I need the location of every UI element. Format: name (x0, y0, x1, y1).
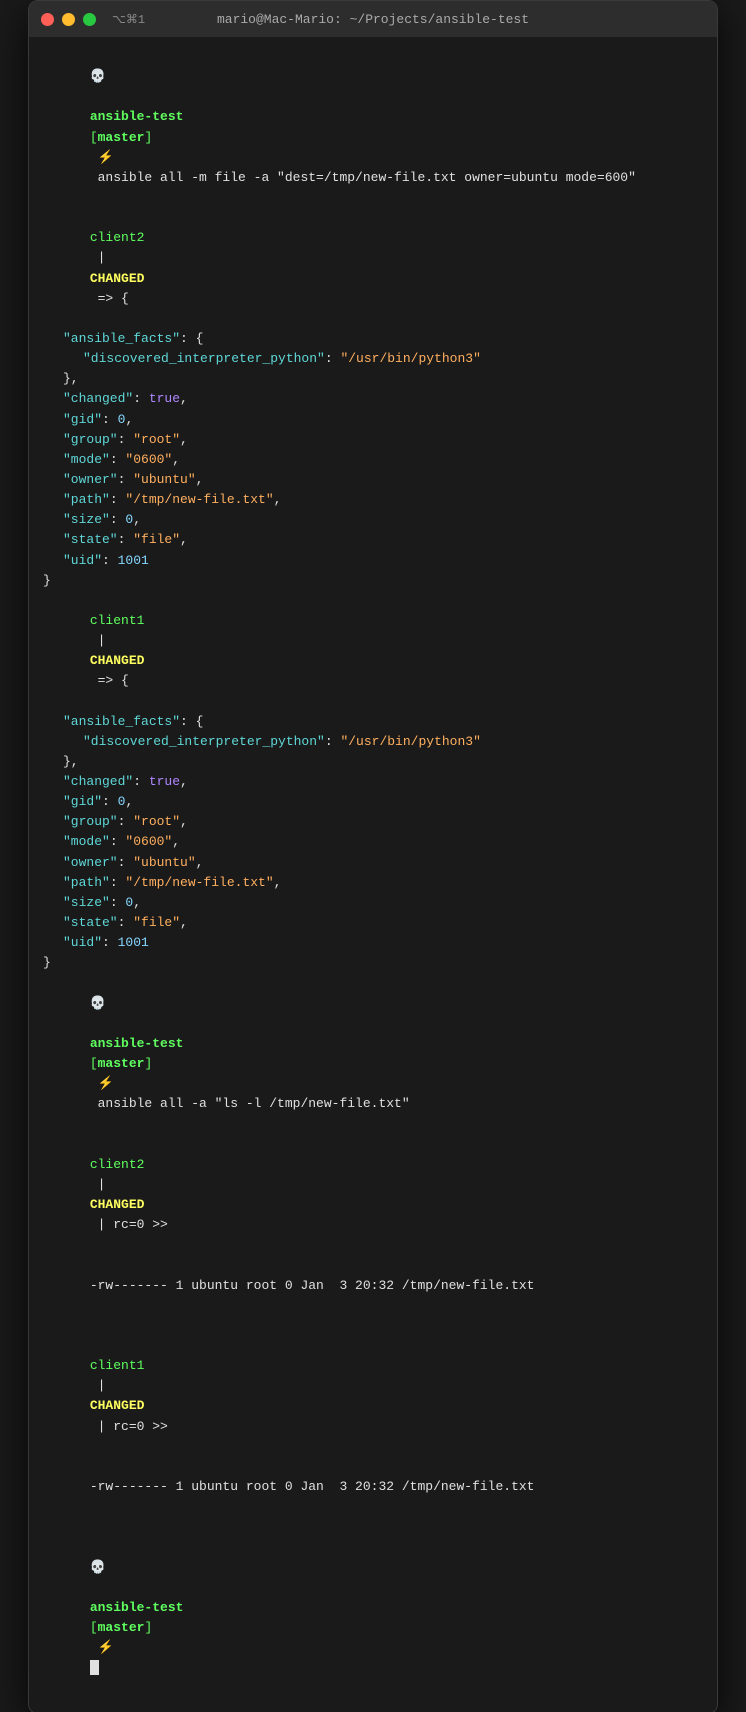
size-key-2: "size": 0, (43, 893, 703, 913)
prompt-bolt-2: ⚡ (90, 1076, 122, 1091)
group-key-1: "group": "root", (43, 430, 703, 450)
prompt-name-3: ansible-test (90, 1600, 191, 1615)
output-blank-1 (43, 1316, 703, 1336)
output-client1-header: client1 | CHANGED | rc=0 >> (43, 1336, 703, 1457)
terminal-window: ⌥⌘1 mario@Mac-Mario: ~/Projects/ansible-… (28, 0, 718, 1712)
gid-key-2: "gid": 0, (43, 792, 703, 812)
uid-key-2: "uid": 1001 (43, 933, 703, 953)
group-key-2: "group": "root", (43, 812, 703, 832)
changed-key-1: "changed": true, (43, 389, 703, 409)
prompt-bolt-3: ⚡ (90, 1640, 122, 1655)
titlebar: ⌥⌘1 mario@Mac-Mario: ~/Projects/ansible-… (29, 1, 717, 37)
prompt-name-2: ansible-test (90, 1036, 191, 1051)
close-button[interactable] (41, 13, 54, 26)
shortcut-label: ⌥⌘1 (112, 12, 145, 27)
output-blank-2 (43, 1517, 703, 1537)
skull-icon-3: 💀 (90, 1560, 106, 1575)
facts-close-1: }, (43, 369, 703, 389)
traffic-lights (41, 13, 96, 26)
command-text-1: ansible all -m file -a "dest=/tmp/new-fi… (90, 170, 636, 185)
minimize-button[interactable] (62, 13, 75, 26)
interpreter-line-2: "discovered_interpreter_python": "/usr/b… (43, 732, 703, 752)
changed-key-2: "changed": true, (43, 772, 703, 792)
path-key-2: "path": "/tmp/new-file.txt", (43, 873, 703, 893)
prompt-branch-3: master (98, 1620, 145, 1635)
ansible-facts-key-1: "ansible_facts": { (43, 329, 703, 349)
prompt-bracket-open-1: [ (90, 130, 98, 145)
command-text-2: ansible all -a "ls -l /tmp/new-file.txt" (90, 1096, 410, 1111)
prompt-bracket-close-1: ] (144, 130, 152, 145)
output-client1-file: -rw------- 1 ubuntu root 0 Jan 3 20:32 /… (43, 1457, 703, 1517)
prompt-line-2: 💀 ansible-test [master] ⚡ ansible all -a… (43, 973, 703, 1134)
mode-key-2: "mode": "0600", (43, 832, 703, 852)
state-key-2: "state": "file", (43, 913, 703, 933)
gid-key-1: "gid": 0, (43, 410, 703, 430)
skull-icon-2: 💀 (90, 996, 106, 1011)
prompt-space (90, 89, 98, 104)
output-client2-file: -rw------- 1 ubuntu root 0 Jan 3 20:32 /… (43, 1255, 703, 1315)
prompt-branch-2: master (98, 1056, 145, 1071)
block1-close: } (43, 571, 703, 591)
client1-status: CHANGED (90, 653, 145, 668)
mode-key-1: "mode": "0600", (43, 450, 703, 470)
prompt-branch-1: master (98, 130, 145, 145)
client2-header: client2 | CHANGED => { (43, 208, 703, 329)
output-client2-header: client2 | CHANGED | rc=0 >> (43, 1135, 703, 1256)
prompt-line-3: 💀 ansible-test [master] ⚡ (43, 1537, 703, 1698)
facts-close-2: }, (43, 752, 703, 772)
cursor-blink (90, 1660, 99, 1675)
block2-close: } (43, 953, 703, 973)
state-key-1: "state": "file", (43, 530, 703, 550)
interpreter-line-1: "discovered_interpreter_python": "/usr/b… (43, 349, 703, 369)
prompt-bolt-1: ⚡ (90, 150, 122, 165)
size-key-1: "size": 0, (43, 510, 703, 530)
prompt-line-1: 💀 ansible-test [master] ⚡ ansible all -m… (43, 47, 703, 208)
terminal-body[interactable]: 💀 ansible-test [master] ⚡ ansible all -m… (29, 37, 717, 1712)
client2-name: client2 (90, 230, 145, 245)
owner-key-1: "owner": "ubuntu", (43, 470, 703, 490)
maximize-button[interactable] (83, 13, 96, 26)
client2-status: CHANGED (90, 271, 145, 286)
client1-header: client1 | CHANGED => { (43, 591, 703, 712)
window-title: mario@Mac-Mario: ~/Projects/ansible-test (217, 12, 529, 27)
path-key-1: "path": "/tmp/new-file.txt", (43, 490, 703, 510)
skull-icon-1: 💀 (90, 69, 106, 84)
prompt-name-1: ansible-test (90, 109, 191, 124)
uid-key-1: "uid": 1001 (43, 551, 703, 571)
ansible-facts-key-2: "ansible_facts": { (43, 712, 703, 732)
client1-name: client1 (90, 613, 145, 628)
